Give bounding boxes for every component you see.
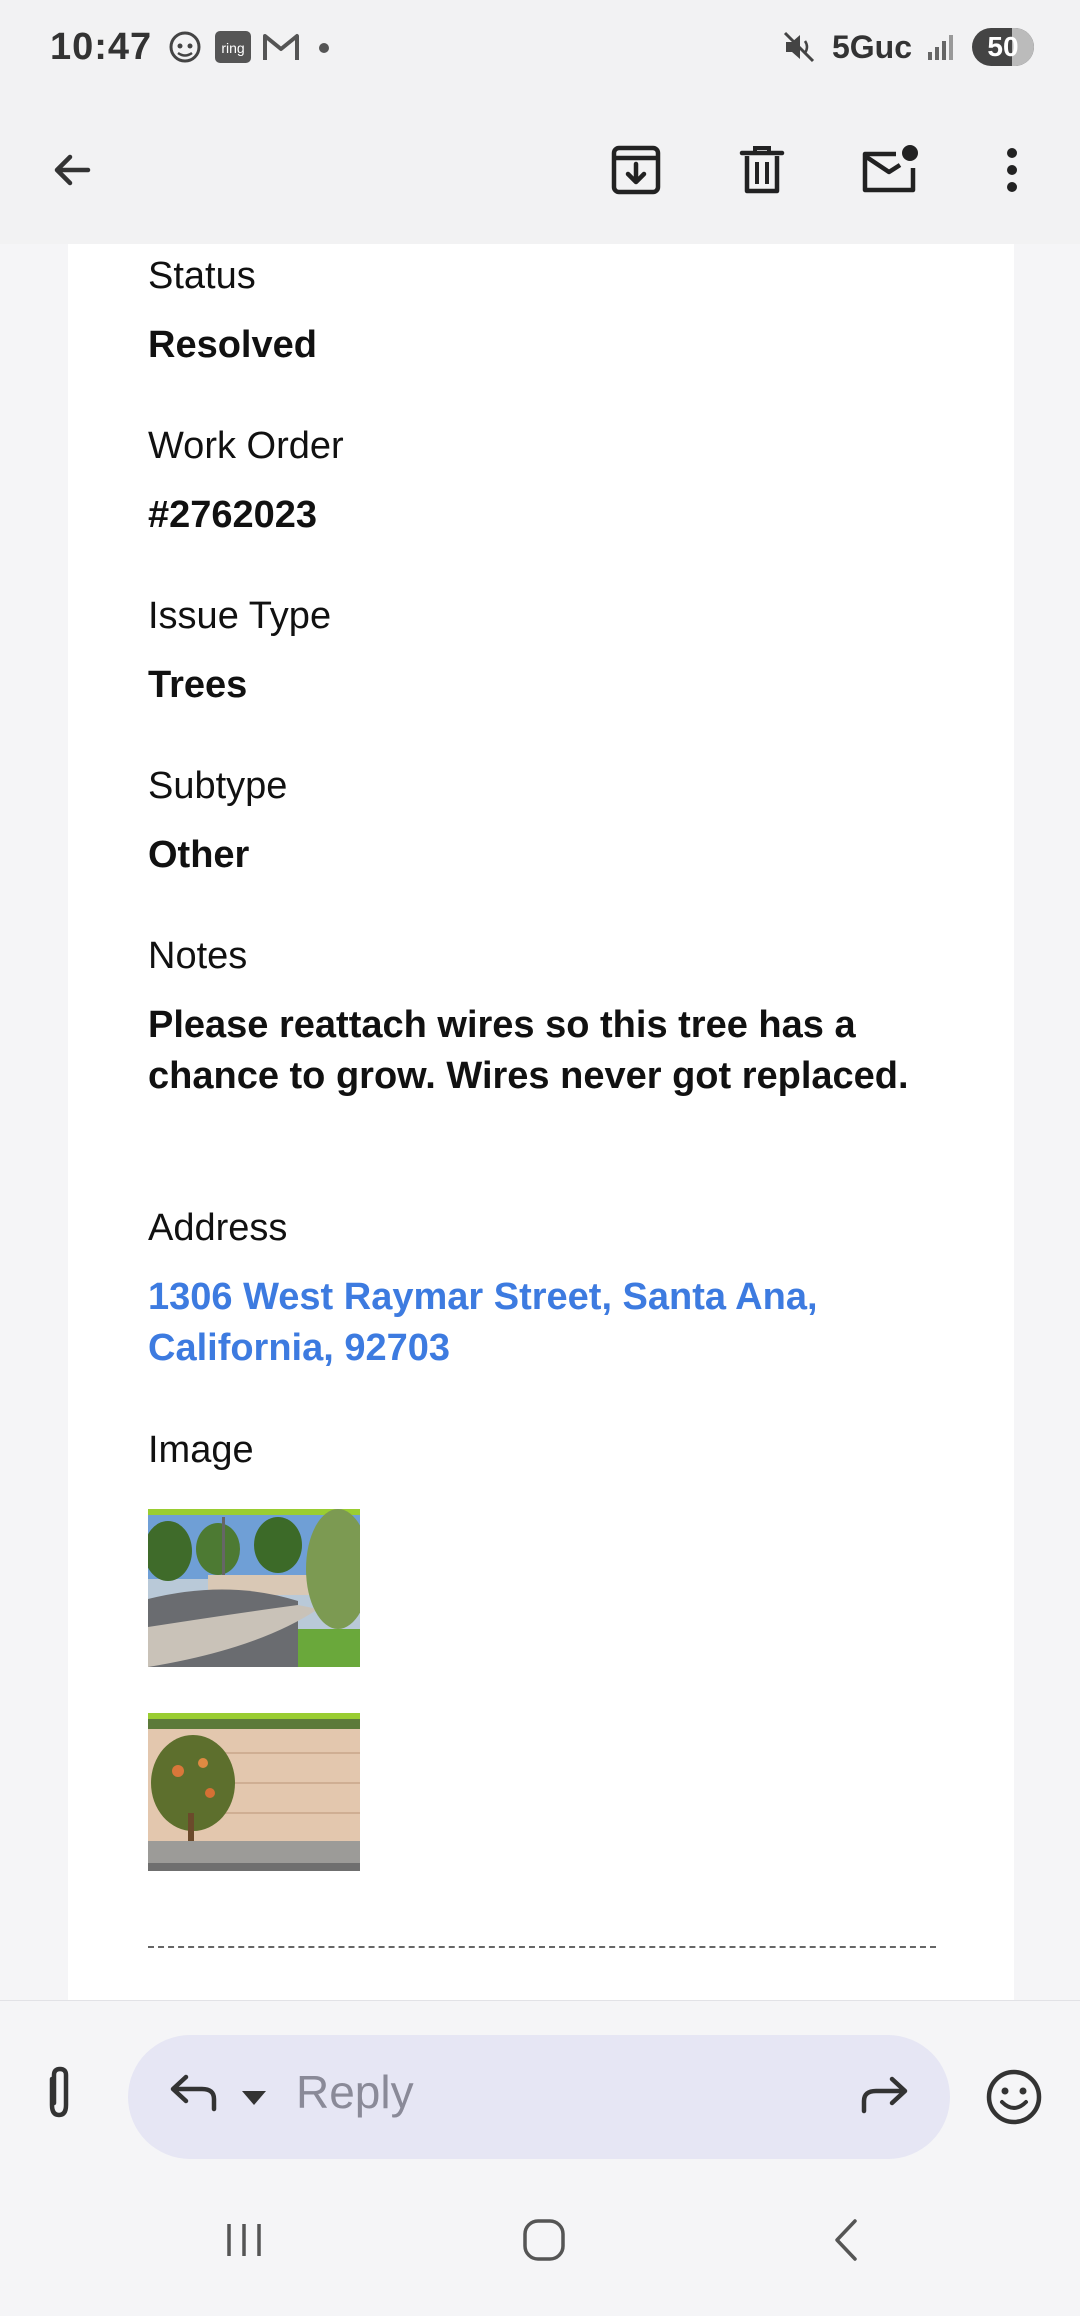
reply-input[interactable]: Reply <box>296 2065 414 2119</box>
attached-image-2[interactable] <box>148 1713 360 1871</box>
emoji-icon <box>986 2069 1042 2125</box>
field-address: Address 1306 West Raymar Street, Santa A… <box>148 1206 988 1374</box>
field-image: Image <box>148 1428 988 1472</box>
field-issue-type: Issue Type Trees <box>148 594 988 711</box>
tree-wall-photo-image <box>148 1713 360 1871</box>
reply-bar: Reply <box>0 2000 1080 2161</box>
notification-dot-icon <box>319 43 329 53</box>
reply-icon[interactable] <box>164 2069 220 2117</box>
field-label: Issue Type <box>148 595 332 637</box>
reply-options-caret-icon[interactable] <box>240 2089 268 2107</box>
forward-icon[interactable] <box>858 2071 914 2119</box>
mute-vibrate-icon <box>783 31 815 63</box>
field-label: Subtype <box>148 765 288 807</box>
battery-indicator: 50 <box>972 28 1034 66</box>
street-photo-image <box>148 1509 360 1667</box>
attached-image-1[interactable] <box>148 1509 360 1667</box>
back-arrow-icon <box>54 154 91 186</box>
status-time: 10:47 <box>50 26 153 68</box>
back-chevron-icon <box>835 2219 857 2261</box>
svg-text:ring: ring <box>221 40 244 56</box>
mark-unread-button[interactable] <box>850 130 930 210</box>
ring-icon: ring <box>215 31 251 63</box>
gmail-icon <box>263 34 299 60</box>
field-value: Please reattach wires so this tree has a… <box>148 1004 909 1097</box>
network-type: 5Guc <box>831 28 912 65</box>
back-nav-button[interactable] <box>806 2208 886 2272</box>
more-options-button[interactable] <box>972 130 1052 210</box>
home-button[interactable] <box>504 2208 584 2272</box>
more-vert-icon <box>1007 148 1017 192</box>
signal-icon <box>928 35 953 60</box>
reply-composer[interactable]: Reply <box>128 2035 950 2159</box>
field-label: Notes <box>148 935 248 977</box>
address-link[interactable]: 1306 West Raymar Street, Santa Ana, Cali… <box>148 1272 988 1374</box>
field-label: Image <box>148 1429 254 1471</box>
field-label: Status <box>148 255 256 297</box>
chat-bubble-notification-icon <box>169 31 201 63</box>
paperclip-icon <box>49 2066 69 2118</box>
field-status: Status Resolved <box>148 254 988 371</box>
home-icon <box>523 2219 565 2261</box>
archive-button[interactable] <box>596 130 676 210</box>
field-value: Other <box>148 834 250 876</box>
email-body-card: Status Resolved Work Order #2762023 Issu… <box>68 244 1014 2000</box>
content-divider <box>148 1946 936 1948</box>
email-toolbar <box>0 96 1080 244</box>
field-label: Work Order <box>148 425 344 467</box>
field-label: Address <box>148 1207 288 1249</box>
mark-unread-icon <box>862 145 918 193</box>
emoji-button[interactable] <box>984 2067 1044 2132</box>
field-value: #2762023 <box>148 494 318 536</box>
field-value: Resolved <box>148 324 317 366</box>
field-work-order: Work Order #2762023 <box>148 424 988 541</box>
status-bar: 10:47 ring 5Guc 50 <box>0 0 1080 96</box>
attach-button[interactable] <box>34 2065 84 2126</box>
archive-icon <box>611 145 661 195</box>
recents-icon <box>227 2224 261 2256</box>
field-notes: Notes Please reattach wires so this tree… <box>148 934 988 1102</box>
delete-button[interactable] <box>722 130 802 210</box>
recents-button[interactable] <box>204 2208 284 2272</box>
field-subtype: Subtype Other <box>148 764 988 881</box>
field-value: Trees <box>148 664 248 706</box>
delete-icon <box>739 146 785 194</box>
back-button[interactable] <box>32 130 112 210</box>
system-nav-bar <box>0 2160 1080 2316</box>
